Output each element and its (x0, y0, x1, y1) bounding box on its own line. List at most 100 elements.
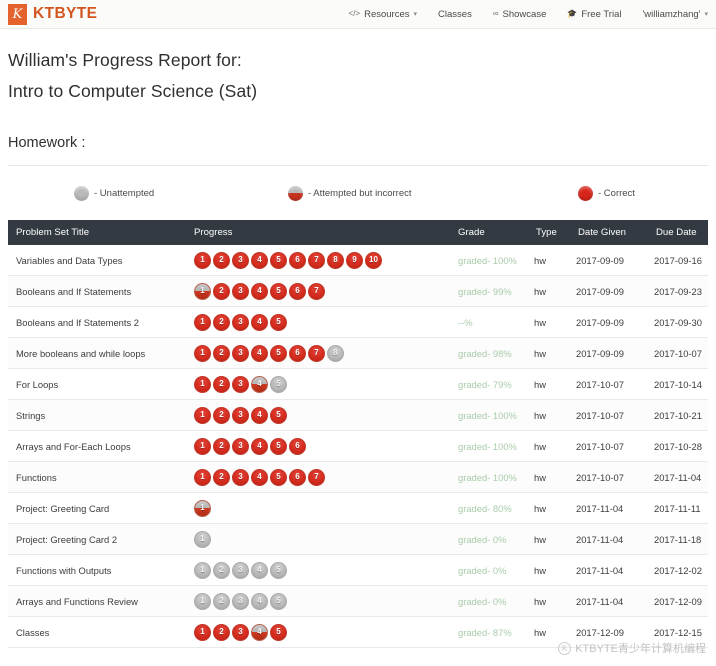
cell-progress: 1 (186, 499, 450, 517)
progress-dot-red[interactable]: 5 (270, 623, 287, 641)
cell-grade: graded- 0% (458, 533, 507, 545)
progress-dot-red[interactable]: 2 (213, 282, 230, 300)
progress-dot-red[interactable]: 3 (232, 623, 249, 641)
nav-item-user-menu[interactable]: 'williamzhang' ▾ (642, 9, 708, 20)
column-header-problem-set-title[interactable]: Problem Set Title (8, 227, 186, 238)
progress-dot-red[interactable]: 5 (270, 251, 287, 269)
column-header-progress[interactable]: Progress (186, 227, 450, 238)
table-row[interactable]: For Loops 1 2 3 4 5 graded- 79% hw 2017-10-07 201… (8, 369, 708, 400)
progress-dot-red[interactable]: 3 (232, 437, 249, 455)
progress-dot-red[interactable]: 1 (194, 375, 211, 393)
progress-dot-red[interactable]: 1 (194, 468, 211, 486)
progress-dot-gray[interactable]: 1 (194, 592, 211, 610)
table-row[interactable]: Arrays and For-Each Loops 1 2 3 4 5 6 graded- 1… (8, 431, 708, 462)
progress-dot-red[interactable]: 3 (232, 406, 249, 424)
nav-item-resources[interactable]: </> Resources ▾ (349, 9, 418, 20)
progress-dot-gray[interactable]: 3 (232, 561, 249, 579)
progress-dot-gray[interactable]: 5 (270, 375, 287, 393)
table-row[interactable]: Project: Greeting Card 2 1 graded- 0% hw 201… (8, 524, 708, 555)
progress-dot-red[interactable]: 5 (270, 406, 287, 424)
table-row[interactable]: Classes 1 2 3 4 5 graded- 87% hw 2017-12-09 2017-… (8, 617, 708, 648)
progress-dot-gray[interactable]: 2 (213, 561, 230, 579)
table-row[interactable]: Functions with Outputs 1 2 3 4 5 graded- 0% hw 2… (8, 555, 708, 586)
nav-item-showcase[interactable]: ∞ Showcase (493, 9, 547, 20)
progress-dot-red[interactable]: 3 (232, 344, 249, 362)
progress-dot-red[interactable]: 3 (232, 468, 249, 486)
table-row[interactable]: Functions 1 2 3 4 5 6 7 graded- 100% hw 2017-10-07… (8, 462, 708, 493)
progress-dot-red[interactable]: 4 (251, 313, 268, 331)
column-header-grade[interactable]: Grade (450, 227, 528, 238)
progress-dot-red[interactable]: 5 (270, 313, 287, 331)
progress-dot-red[interactable]: 2 (213, 623, 230, 641)
progress-dot-red[interactable]: 2 (213, 344, 230, 362)
graduation-cap-icon: 🎓 (567, 9, 578, 18)
progress-dot-red[interactable]: 6 (289, 468, 306, 486)
progress-dot-red[interactable]: 3 (232, 313, 249, 331)
progress-dot-half[interactable]: 1 (194, 282, 211, 300)
column-header-type[interactable]: Type (528, 227, 570, 238)
cell-due-date: 2017-10-07 (654, 347, 702, 359)
progress-dot-gray[interactable]: 4 (251, 561, 268, 579)
progress-dot-red[interactable]: 1 (194, 437, 211, 455)
progress-dot-red[interactable]: 7 (308, 344, 325, 362)
progress-dot-gray[interactable]: 2 (213, 592, 230, 610)
nav-item-free-trial[interactable]: 🎓 Free Trial (567, 9, 621, 20)
cell-due-date: 2017-09-30 (654, 316, 702, 328)
progress-dot-red[interactable]: 6 (289, 251, 306, 269)
progress-dot-red[interactable]: 2 (213, 313, 230, 331)
table-row[interactable]: Variables and Data Types 1 2 3 4 5 6 7 8 9 10 grade… (8, 245, 708, 276)
table-row[interactable]: Strings 1 2 3 4 5 graded- 100% hw 2017-10-07 2017… (8, 400, 708, 431)
progress-dot-gray[interactable]: 1 (194, 530, 211, 548)
table-row[interactable]: Arrays and Functions Review 1 2 3 4 5 graded- … (8, 586, 708, 617)
progress-dot-red[interactable]: 5 (270, 437, 287, 455)
table-row[interactable]: Booleans and If Statements 2 1 2 3 4 5 --% hw 20… (8, 307, 708, 338)
progress-dot-red[interactable]: 1 (194, 623, 211, 641)
progress-dot-red[interactable]: 4 (251, 344, 268, 362)
progress-dot-red[interactable]: 2 (213, 406, 230, 424)
nav-item-classes[interactable]: Classes (438, 9, 472, 20)
progress-dot-red[interactable]: 5 (270, 344, 287, 362)
table-row[interactable]: Project: Greeting Card 1 graded- 80% hw 2017… (8, 493, 708, 524)
table-row[interactable]: Booleans and If Statements 1 2 3 4 5 6 7 graded-… (8, 276, 708, 307)
brand-logo[interactable]: K KTBYTE (0, 3, 97, 25)
progress-dot-red[interactable]: 4 (251, 406, 268, 424)
progress-dot-red[interactable]: 7 (308, 468, 325, 486)
progress-dot-red[interactable]: 2 (213, 375, 230, 393)
progress-dot-gray[interactable]: 8 (327, 344, 344, 362)
progress-dot-red[interactable]: 1 (194, 406, 211, 424)
progress-dot-red[interactable]: 1 (194, 313, 211, 331)
progress-dot-red[interactable]: 4 (251, 251, 268, 269)
progress-dot-gray[interactable]: 5 (270, 561, 287, 579)
progress-dot-gray[interactable]: 5 (270, 592, 287, 610)
progress-dot-red[interactable]: 2 (213, 468, 230, 486)
progress-dot-red[interactable]: 10 (365, 251, 382, 269)
progress-dot-red[interactable]: 9 (346, 251, 363, 269)
progress-dot-red[interactable]: 8 (327, 251, 344, 269)
progress-dot-red[interactable]: 2 (213, 251, 230, 269)
progress-dot-red[interactable]: 3 (232, 251, 249, 269)
progress-dot-red[interactable]: 5 (270, 282, 287, 300)
progress-dot-red[interactable]: 4 (251, 282, 268, 300)
progress-dot-red[interactable]: 6 (289, 344, 306, 362)
column-header-due-date[interactable]: Due Date (648, 227, 708, 238)
progress-dot-half[interactable]: 4 (251, 623, 268, 641)
progress-dot-half[interactable]: 1 (194, 499, 211, 517)
table-row[interactable]: More booleans and while loops 1 2 3 4 5 6 7 8 gra… (8, 338, 708, 369)
progress-dot-red[interactable]: 4 (251, 468, 268, 486)
progress-dot-red[interactable]: 5 (270, 468, 287, 486)
progress-dot-red[interactable]: 2 (213, 437, 230, 455)
progress-dot-red[interactable]: 3 (232, 282, 249, 300)
progress-dot-red[interactable]: 3 (232, 375, 249, 393)
progress-dot-half[interactable]: 4 (251, 375, 268, 393)
progress-dot-red[interactable]: 6 (289, 282, 306, 300)
progress-dot-gray[interactable]: 4 (251, 592, 268, 610)
progress-dot-red[interactable]: 4 (251, 437, 268, 455)
progress-dot-red[interactable]: 7 (308, 251, 325, 269)
progress-dot-gray[interactable]: 3 (232, 592, 249, 610)
column-header-date-given[interactable]: Date Given (570, 227, 648, 238)
progress-dot-red[interactable]: 7 (308, 282, 325, 300)
progress-dot-red[interactable]: 6 (289, 437, 306, 455)
progress-dot-gray[interactable]: 1 (194, 561, 211, 579)
progress-dot-red[interactable]: 1 (194, 344, 211, 362)
progress-dot-red[interactable]: 1 (194, 251, 211, 269)
